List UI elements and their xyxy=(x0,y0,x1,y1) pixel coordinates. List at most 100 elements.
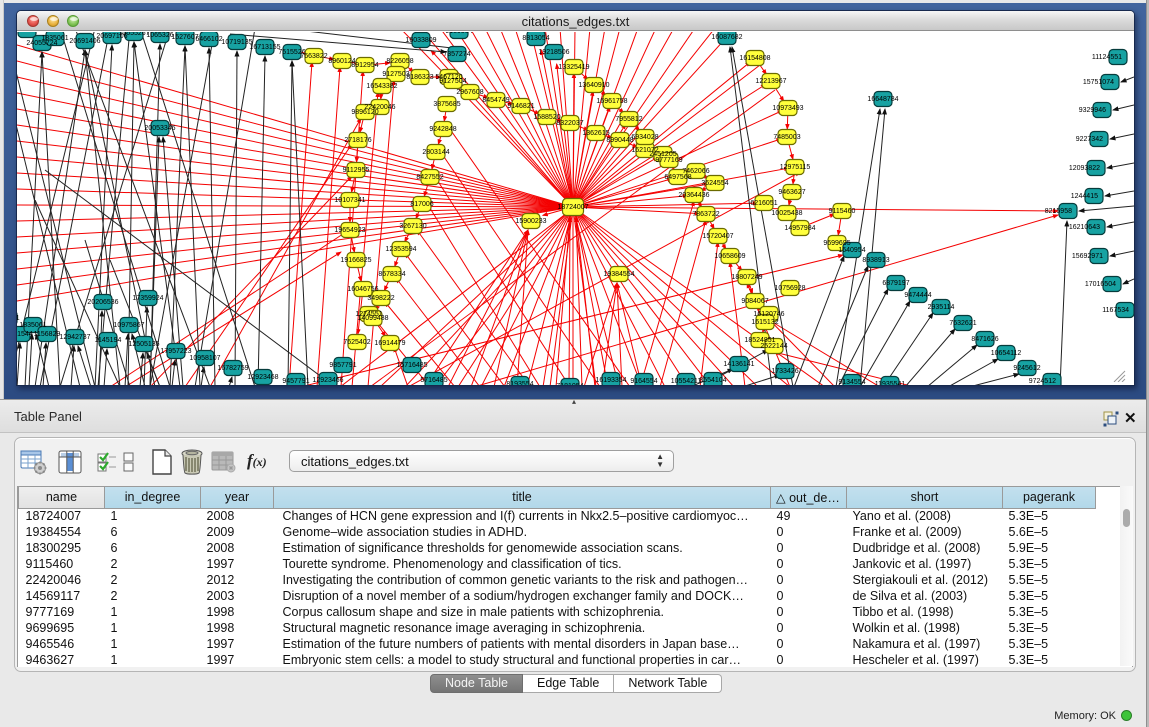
svg-text:9112955: 9112955 xyxy=(343,167,370,174)
svg-text:2522144: 2522144 xyxy=(760,343,787,350)
svg-text:16210643: 16210643 xyxy=(1069,224,1100,231)
svg-text:10554211: 10554211 xyxy=(671,378,702,385)
svg-text:12923466: 12923466 xyxy=(312,377,343,384)
svg-text:8454749: 8454749 xyxy=(482,97,509,104)
svg-text:9115460: 9115460 xyxy=(829,208,856,215)
svg-text:9084067: 9084067 xyxy=(741,298,768,305)
svg-text:10655267: 10655267 xyxy=(118,32,149,37)
svg-text:20364436: 20364436 xyxy=(678,192,709,199)
svg-text:17957223: 17957223 xyxy=(160,348,191,355)
svg-text:8427552: 8427552 xyxy=(416,174,443,181)
svg-text:9134554: 9134554 xyxy=(838,379,865,385)
svg-text:7485003: 7485003 xyxy=(773,134,800,141)
svg-text:19166825: 19166825 xyxy=(340,257,371,264)
svg-text:20206536: 20206536 xyxy=(87,299,118,306)
svg-text:7955812: 7955812 xyxy=(615,116,642,123)
svg-text:7462066: 7462066 xyxy=(682,168,709,175)
svg-text:7357274: 7357274 xyxy=(443,51,470,58)
svg-text:9146821: 9146821 xyxy=(507,103,534,110)
svg-text:8471626: 8471626 xyxy=(971,336,998,343)
svg-text:7632621: 7632621 xyxy=(949,320,976,327)
svg-text:17359924: 17359924 xyxy=(132,295,163,302)
svg-text:1615132: 1615132 xyxy=(751,319,778,326)
svg-text:8678334: 8678334 xyxy=(378,271,405,278)
svg-text:16961758: 16961758 xyxy=(596,98,627,105)
svg-text:19218506: 19218506 xyxy=(538,49,569,56)
svg-text:11935541: 11935541 xyxy=(875,381,906,385)
svg-text:9463627: 9463627 xyxy=(778,189,805,196)
svg-text:3498222: 3498222 xyxy=(367,295,394,302)
svg-text:8938913: 8938913 xyxy=(862,257,889,264)
svg-text:3624554: 3624554 xyxy=(701,180,728,187)
svg-text:10958107: 10958107 xyxy=(189,355,220,362)
svg-text:8215958: 8215958 xyxy=(1045,208,1072,215)
svg-text:9227342: 9227342 xyxy=(1076,136,1103,143)
svg-text:7625402: 7625402 xyxy=(343,339,370,346)
svg-text:8990448: 8990448 xyxy=(606,137,633,144)
svg-text:12923468: 12923468 xyxy=(247,374,278,381)
svg-text:1733426: 1733426 xyxy=(771,368,798,375)
svg-text:391544: 391544 xyxy=(17,331,33,338)
svg-text:9857791: 9857791 xyxy=(329,362,356,369)
svg-text:3267130: 3267130 xyxy=(399,223,426,230)
svg-text:6216051: 6216051 xyxy=(750,200,777,207)
svg-text:14957984: 14957984 xyxy=(784,225,815,232)
svg-text:8226058: 8226058 xyxy=(386,58,413,65)
svg-text:2935114: 2935114 xyxy=(928,304,955,311)
svg-text:16046756: 16046756 xyxy=(347,286,378,293)
svg-text:14099488: 14099488 xyxy=(357,315,388,322)
svg-text:1156829: 1156829 xyxy=(34,331,61,338)
svg-text:16120746: 16120746 xyxy=(753,311,784,318)
svg-text:10719135: 10719135 xyxy=(221,39,252,46)
svg-text:8322037: 8322037 xyxy=(556,120,583,127)
svg-text:9724512: 9724512 xyxy=(1029,378,1056,385)
svg-text:2718176: 2718176 xyxy=(344,137,371,144)
svg-text:2405572: 2405572 xyxy=(17,32,41,34)
svg-text:16782759: 16782759 xyxy=(217,365,248,372)
svg-text:9896120: 9896120 xyxy=(351,109,378,116)
svg-text:18807249: 18807249 xyxy=(731,274,762,281)
svg-text:12975115: 12975115 xyxy=(780,164,811,171)
svg-text:7863722: 7863722 xyxy=(692,211,719,218)
svg-text:9127504: 9127504 xyxy=(439,78,466,85)
svg-text:16193354: 16193354 xyxy=(595,377,626,384)
svg-text:8813054: 8813054 xyxy=(522,35,549,42)
svg-text:9242848: 9242848 xyxy=(429,126,456,133)
svg-text:13325419: 13325419 xyxy=(558,64,589,71)
svg-text:17016504: 17016504 xyxy=(1085,281,1116,288)
svg-text:16914479: 16914479 xyxy=(374,340,405,347)
svg-text:817006: 817006 xyxy=(410,201,433,208)
svg-text:1244415: 1244415 xyxy=(1071,193,1098,200)
svg-text:9699695: 9699695 xyxy=(823,240,850,247)
svg-text:16648784: 16648784 xyxy=(867,96,898,103)
svg-text:10973493: 10973493 xyxy=(772,105,803,112)
svg-text:15900233: 15900233 xyxy=(515,218,546,225)
svg-text:10025438: 10025438 xyxy=(771,210,802,217)
svg-text:12093822: 12093822 xyxy=(1069,165,1100,172)
svg-text:9245612: 9245612 xyxy=(1013,365,1040,372)
svg-text:12353594: 12353594 xyxy=(385,246,416,253)
svg-text:16033809: 16033809 xyxy=(405,37,436,44)
svg-text:12942737: 12942737 xyxy=(59,334,90,341)
svg-text:15720407: 15720407 xyxy=(702,233,733,240)
svg-text:9474444: 9474444 xyxy=(904,292,931,299)
svg-text:9777169: 9777169 xyxy=(655,157,682,164)
svg-text:19384554: 19384554 xyxy=(603,271,634,278)
svg-text:10107341: 10107341 xyxy=(334,197,365,204)
svg-text:16713155: 16713155 xyxy=(249,44,280,51)
svg-text:8912954: 8912954 xyxy=(351,62,378,69)
svg-text:8554104: 8554104 xyxy=(699,377,726,384)
svg-text:9457791: 9457791 xyxy=(282,378,309,385)
svg-text:6879197: 6879197 xyxy=(882,280,909,287)
svg-text:16154808: 16154808 xyxy=(739,55,770,62)
svg-text:10756928: 10756928 xyxy=(774,285,805,292)
svg-text:9164554: 9164554 xyxy=(630,378,657,385)
svg-text:19654923: 19654923 xyxy=(334,227,365,234)
svg-text:10975867: 10975867 xyxy=(113,322,144,329)
svg-text:8193554: 8193554 xyxy=(506,381,533,385)
svg-text:815061: 815061 xyxy=(17,315,20,322)
svg-text:12505135: 12505135 xyxy=(128,341,159,348)
svg-text:12213967: 12213967 xyxy=(755,78,786,85)
svg-text:2803144: 2803144 xyxy=(422,149,449,156)
svg-text:13640910: 13640910 xyxy=(578,82,609,89)
